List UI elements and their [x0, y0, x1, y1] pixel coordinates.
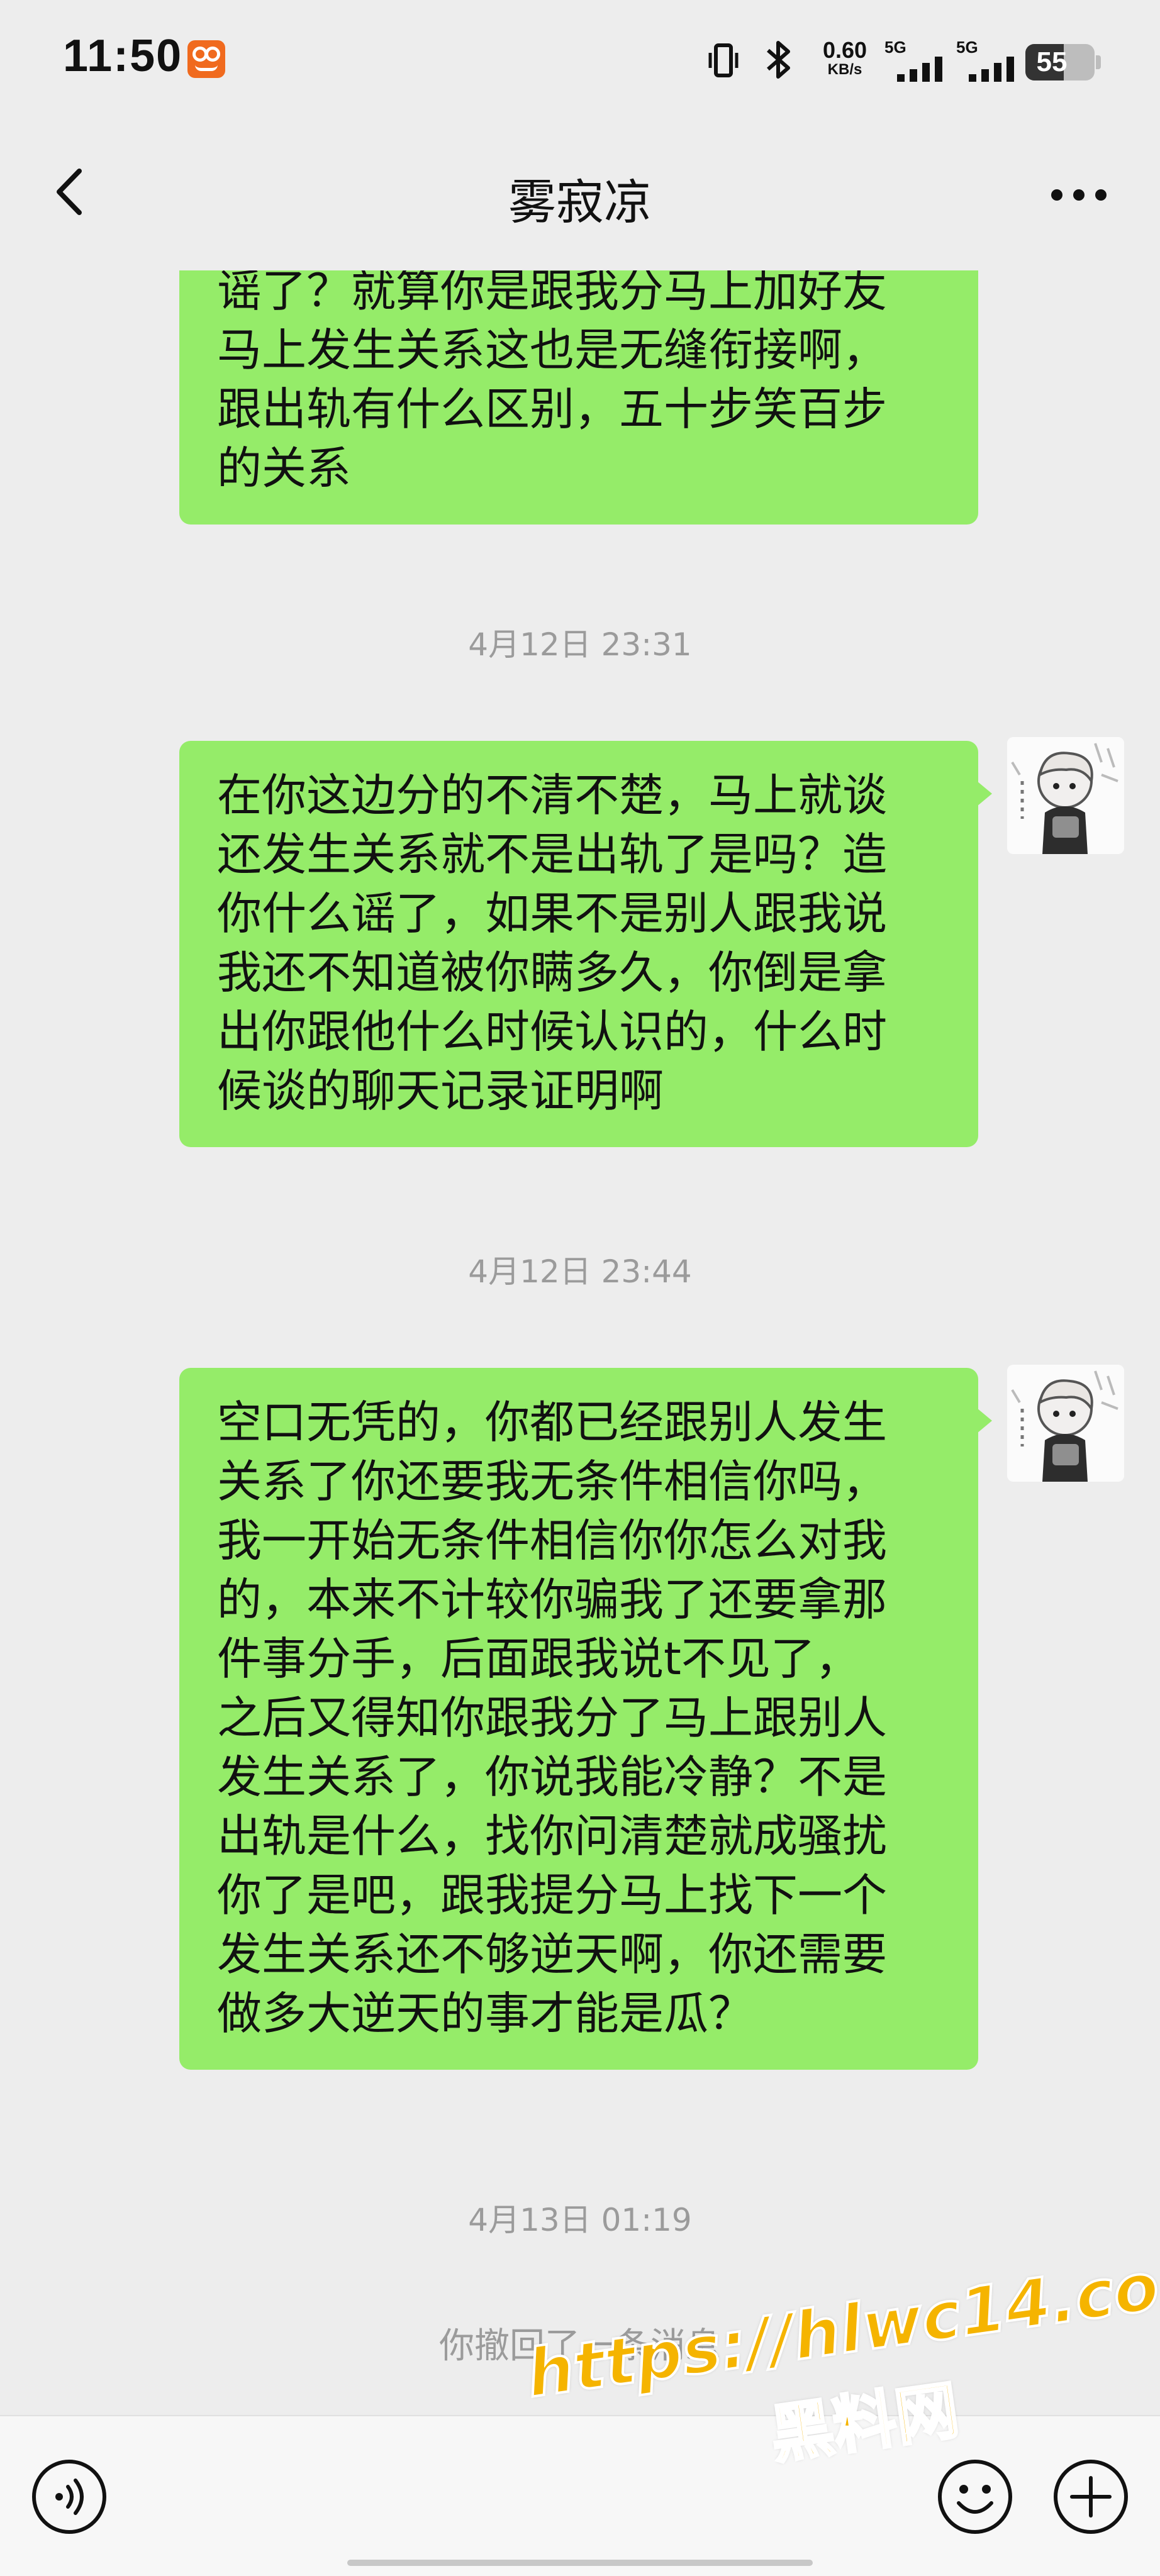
message-line: 我一开始无条件相信你你怎么对我	[217, 1514, 888, 1567]
message-line: 我还不知道被你瞒多久，你倒是拿	[217, 947, 888, 999]
message-timestamp: 4月13日 01:19	[468, 2202, 692, 2238]
message-line: 之后又得知你跟我分了马上跟别人	[217, 1692, 888, 1744]
message-timestamp: 4月12日 23:44	[468, 1253, 692, 1290]
message-line: 发生关系了，你说我能冷静？不是	[217, 1751, 888, 1803]
chat-screen: 11:50 0.60 KB/s 5G 5G 55 雾寂凉 谣了？就算你是跟我分马…	[0, 0, 1160, 2576]
message-bubble-sent[interactable]: 在你这边分的不清不楚，马上就谈 还发生关系就不是出轨了是吗？造 你什么谣了，如果…	[179, 741, 992, 1147]
bluetooth-icon	[767, 41, 790, 79]
message-line: 的关系	[217, 442, 352, 494]
message-line: 你什么谣了，如果不是别人跟我说	[217, 887, 888, 940]
avatar[interactable]	[1007, 737, 1124, 854]
message-line: 还发生关系就不是出轨了是吗？造	[217, 828, 888, 880]
message-line: 出轨是什么，找你问清楚就成骚扰	[217, 1810, 888, 1862]
signal-icon-sim1: 5G	[884, 38, 954, 82]
status-bar: 11:50 0.60 KB/s 5G 5G 55	[0, 0, 1160, 126]
plus-icon[interactable]	[1052, 2458, 1130, 2536]
message-line: 马上发生关系这也是无缝衔接啊，	[217, 324, 888, 376]
sim1-network-label: 5G	[884, 38, 906, 57]
signal-icon-sim2: 5G	[956, 38, 1025, 82]
message-list[interactable]: 谣了？就算你是跟我分马上加好友 马上发生关系这也是无缝衔接啊， 跟出轨有什么区别…	[0, 270, 1160, 2415]
battery-icon: 55	[1025, 44, 1101, 80]
recall-notice: 你撤回了一条消息	[439, 2326, 721, 2367]
message-line: 在你这边分的不清不楚，马上就谈	[217, 769, 888, 821]
vibrate-icon	[708, 43, 739, 77]
network-speed-value: 0.60	[822, 37, 867, 63]
input-bar	[0, 2415, 1160, 2576]
message-timestamp: 4月12日 23:31	[468, 626, 692, 663]
chat-header: 雾寂凉	[0, 126, 1160, 270]
battery-level: 55	[1036, 47, 1068, 77]
message-line: 候谈的聊天记录证明啊	[217, 1065, 664, 1117]
message-line: 出你跟他什么时候认识的，什么时	[217, 1006, 888, 1058]
network-speed-unit: KB/s	[827, 61, 862, 78]
message-line: 关系了你还要我无条件相信你吗，	[217, 1455, 888, 1507]
message-line: 做多大逆天的事才能是瓜？	[217, 1987, 754, 2040]
more-dots-icon[interactable]	[1038, 164, 1120, 226]
home-indicator	[347, 2560, 813, 2566]
avatar-illustration	[1007, 1365, 1124, 1482]
message-line: 谣了？就算你是跟我分马上加好友	[217, 270, 888, 317]
avatar[interactable]	[1007, 1365, 1124, 1482]
message-line: 空口无凭的，你都已经跟别人发生	[217, 1396, 888, 1448]
message-bubble-sent[interactable]: 空口无凭的，你都已经跟别人发生 关系了你还要我无条件相信你吗， 我一开始无条件相…	[179, 1368, 992, 2070]
message-line: 跟出轨有什么区别，五十步笑百步	[217, 383, 888, 435]
message-input[interactable]	[126, 2451, 925, 2542]
voice-input-icon[interactable]	[30, 2458, 108, 2536]
message-line: 你了是吧，跟我提分马上找下一个	[217, 1869, 888, 1921]
avatar-illustration	[1007, 737, 1124, 854]
message-line: 发生关系还不够逆天啊，你还需要	[217, 1928, 888, 1980]
chat-title: 雾寂凉	[508, 174, 652, 230]
network-speed: 0.60 KB/s	[817, 39, 873, 78]
emoji-icon[interactable]	[936, 2458, 1014, 2536]
status-time: 11:50	[63, 31, 183, 81]
app-notification-icon	[187, 40, 225, 78]
message-bubble-sent[interactable]: 谣了？就算你是跟我分马上加好友 马上发生关系这也是无缝衔接啊， 跟出轨有什么区别…	[179, 270, 978, 525]
sim2-network-label: 5G	[956, 38, 978, 57]
message-line: 的，本来不计较你骗我了还要拿那	[217, 1574, 888, 1626]
message-line: 件事分手，后面跟我说t不见了，	[217, 1633, 860, 1685]
